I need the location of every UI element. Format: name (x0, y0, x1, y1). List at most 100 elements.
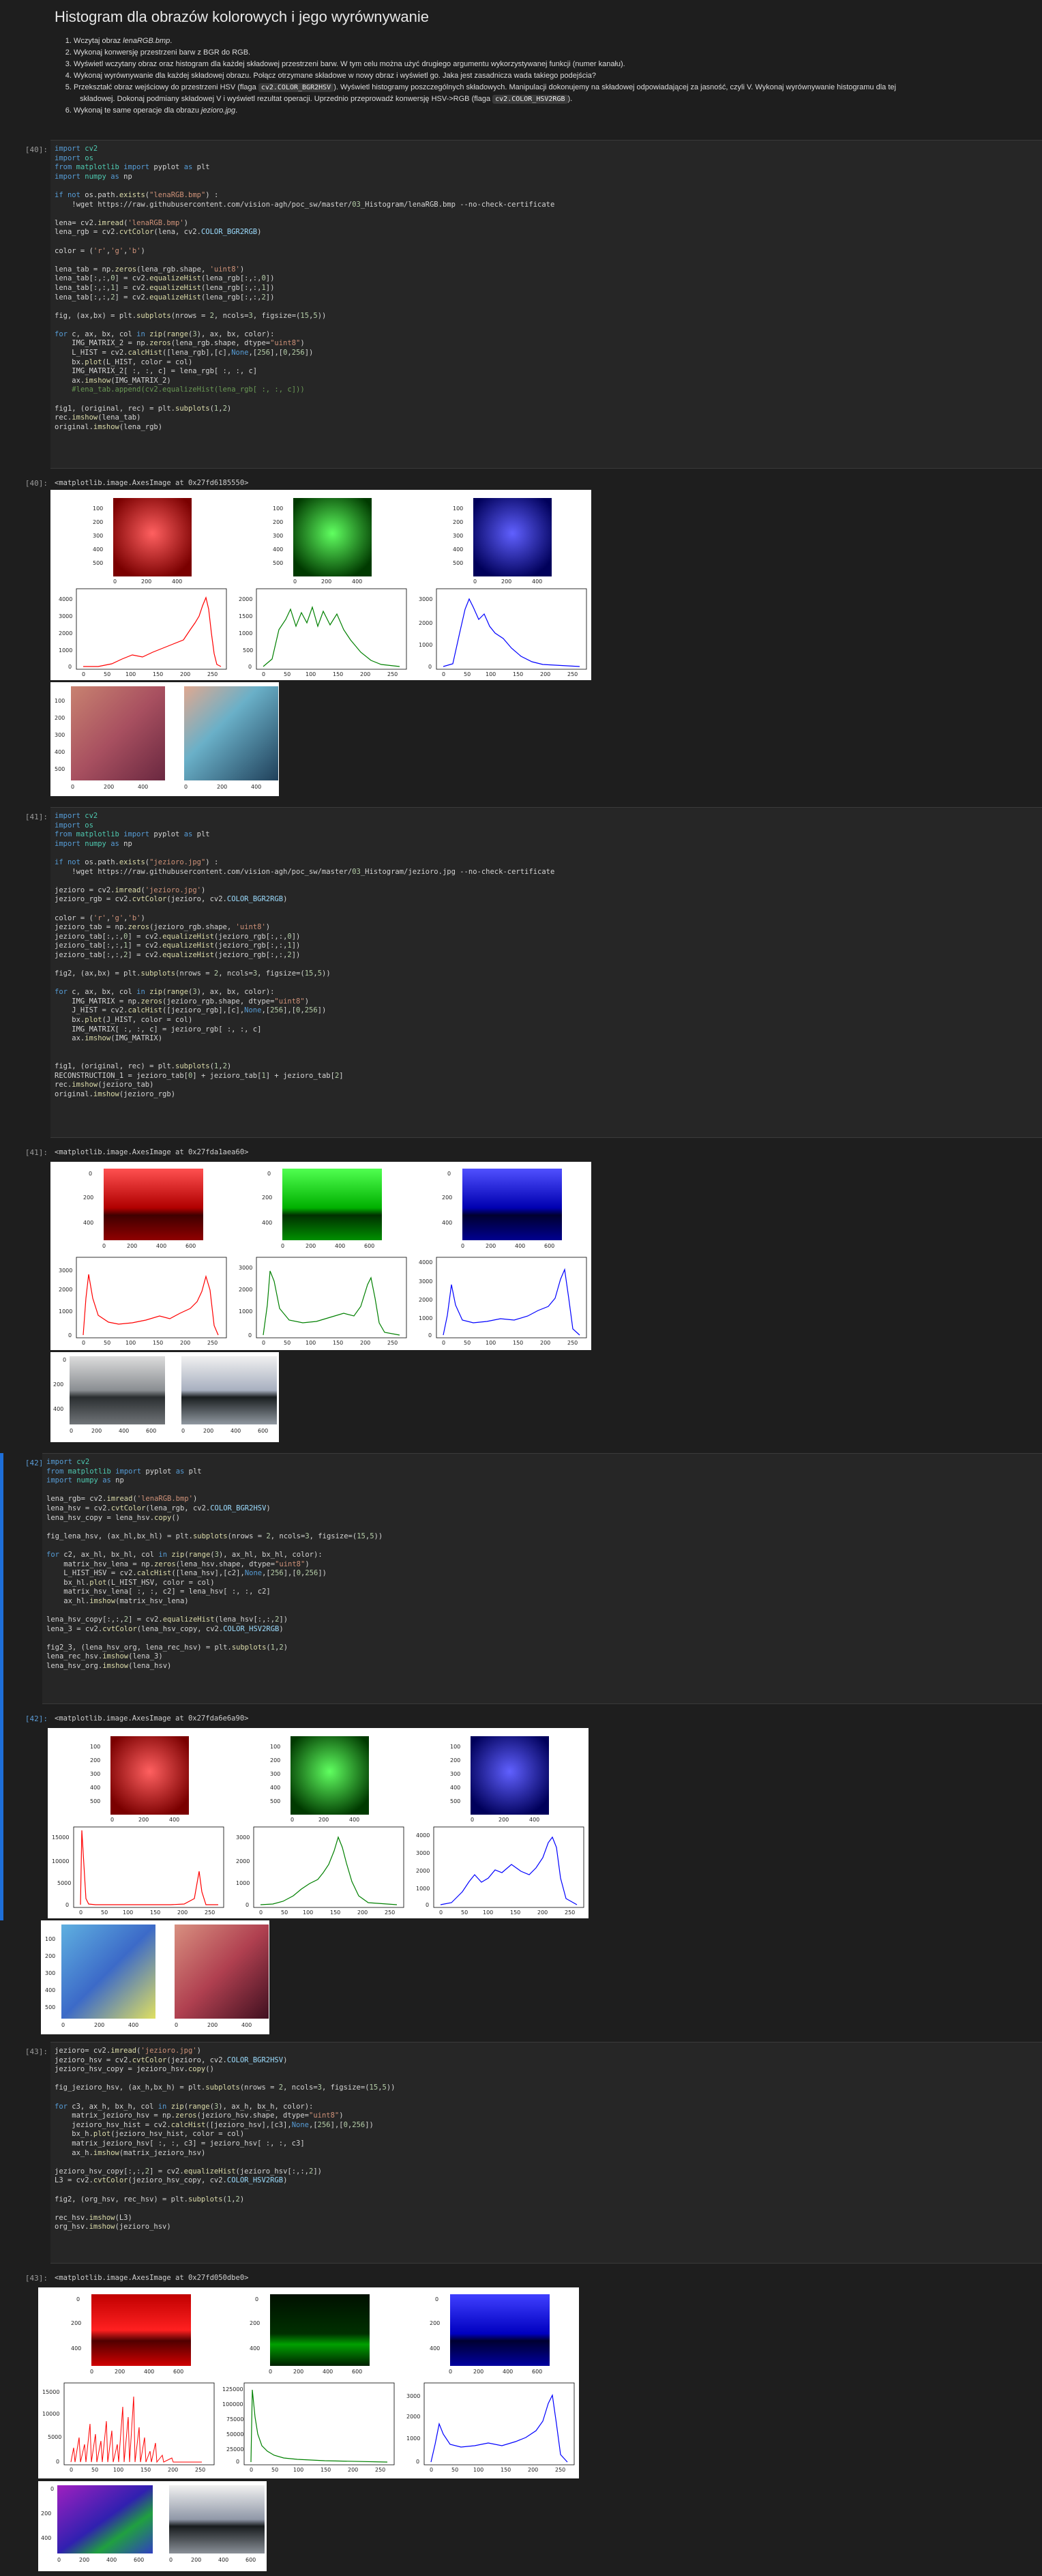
svg-text:2000: 2000 (236, 1858, 250, 1864)
code-editor[interactable]: import cv2 import os from matplotlib imp… (50, 140, 1042, 469)
svg-text:1000: 1000 (239, 1308, 252, 1315)
output-prompt: [40]: (25, 479, 48, 488)
figure-lena-hsv-histograms: 100 200 300 400 500 0 200 400 100 200 300 400 500 … (48, 1728, 589, 1918)
image-jezioro-original (70, 1356, 165, 1424)
svg-text:4000: 4000 (416, 1832, 430, 1839)
svg-text:300: 300 (90, 1771, 100, 1777)
svg-text:150: 150 (513, 671, 523, 677)
svg-text:0: 0 (449, 2369, 452, 2375)
svg-text:0: 0 (175, 2022, 178, 2028)
code-text[interactable]: import cv2 from matplotlib import pyplot… (46, 1458, 1042, 1671)
svg-text:250: 250 (555, 2467, 565, 2473)
svg-text:0: 0 (471, 1817, 474, 1823)
svg-text:10000: 10000 (42, 2411, 59, 2417)
svg-text:50: 50 (464, 1340, 471, 1346)
svg-text:400: 400 (128, 2022, 138, 2028)
svg-text:400: 400 (93, 546, 103, 553)
svg-text:250: 250 (385, 1909, 395, 1916)
svg-text:400: 400 (172, 579, 182, 585)
svg-text:5000: 5000 (48, 2434, 61, 2440)
svg-text:100: 100 (113, 2467, 123, 2473)
svg-text:200: 200 (501, 579, 511, 585)
svg-text:250: 250 (567, 671, 578, 677)
image-jezioro-hsv (57, 2485, 153, 2553)
svg-text:50: 50 (101, 1909, 108, 1916)
svg-text:250: 250 (195, 2467, 205, 2473)
hist-axes-saturation (243, 2382, 395, 2465)
svg-text:4000: 4000 (59, 596, 72, 602)
svg-text:1000: 1000 (236, 1880, 250, 1886)
svg-text:600: 600 (544, 1243, 554, 1249)
svg-text:250: 250 (375, 2467, 385, 2473)
svg-text:100: 100 (125, 1340, 136, 1346)
code-text[interactable]: import cv2 import os from matplotlib imp… (55, 145, 1042, 432)
figure-jezioro-hsv-histograms: 0 200 400 0 200 400 600 0 200 400 0 200 400 600 0 2… (38, 2287, 579, 2478)
svg-text:200: 200 (270, 1757, 280, 1763)
svg-text:0: 0 (236, 2459, 239, 2465)
svg-text:1000: 1000 (59, 1308, 72, 1315)
image-lena-hsv (61, 1924, 155, 2019)
svg-text:500: 500 (270, 1798, 280, 1804)
instruction-item: Wyświetl wczytany obraz oraz histogram d… (74, 59, 1042, 70)
image-lena-green (293, 498, 372, 576)
image-lena-hsv-equalized (175, 1924, 269, 2019)
svg-text:0: 0 (267, 1171, 271, 1177)
svg-text:600: 600 (532, 2369, 542, 2375)
hist-axes-green (256, 1257, 407, 1338)
svg-text:200: 200 (430, 2320, 440, 2326)
svg-text:500: 500 (453, 560, 463, 566)
instruction-item: Przekształć obraz wejściowy do przestrze… (74, 82, 1042, 105)
svg-text:200: 200 (357, 1909, 368, 1916)
svg-text:0: 0 (291, 1817, 294, 1823)
svg-text:125000: 125000 (222, 2386, 243, 2392)
svg-text:250: 250 (205, 1909, 215, 1916)
svg-text:300: 300 (93, 533, 103, 539)
svg-text:75000: 75000 (226, 2416, 243, 2423)
hist-axes-blue (436, 1257, 587, 1338)
svg-text:150: 150 (501, 2467, 511, 2473)
svg-text:10000: 10000 (52, 1858, 69, 1864)
svg-text:400: 400 (442, 1220, 452, 1226)
svg-text:200: 200 (94, 2022, 104, 2028)
image-lena-red (113, 498, 192, 576)
svg-text:600: 600 (245, 2557, 256, 2563)
cell-prompt: [42]: (25, 1459, 48, 1467)
code-editor[interactable]: jezioro= cv2.imread('jezioro.jpg') jezio… (50, 2042, 1042, 2264)
active-cell-indicator (0, 1453, 3, 1920)
svg-text:150: 150 (513, 1340, 523, 1346)
svg-text:600: 600 (258, 1428, 268, 1434)
svg-text:500: 500 (45, 2004, 55, 2010)
svg-text:150: 150 (333, 1340, 343, 1346)
svg-text:200: 200 (217, 784, 227, 790)
code-text[interactable]: import cv2 import os from matplotlib imp… (55, 812, 1042, 1099)
hist-axes-red (76, 588, 227, 670)
svg-text:0: 0 (439, 1909, 443, 1916)
output-prompt: [43]: (25, 2274, 48, 2283)
svg-text:200: 200 (79, 2557, 89, 2563)
svg-text:0: 0 (82, 1340, 85, 1346)
svg-text:0: 0 (430, 2467, 433, 2473)
svg-text:400: 400 (251, 784, 261, 790)
svg-text:200: 200 (180, 671, 190, 677)
code-editor[interactable]: import cv2 import os from matplotlib imp… (50, 807, 1042, 1138)
svg-text:400: 400 (262, 1220, 272, 1226)
svg-text:0: 0 (426, 1902, 429, 1908)
instruction-item: Wykonaj wyrównywanie dla każdej składowe… (74, 70, 1042, 82)
image-jezioro-hsv-equalized (169, 2485, 265, 2553)
svg-text:0: 0 (262, 671, 265, 677)
code-text[interactable]: jezioro= cv2.imread('jezioro.jpg') jezio… (55, 2047, 1042, 2232)
svg-text:3000: 3000 (419, 1278, 432, 1285)
svg-text:500: 500 (243, 647, 253, 654)
svg-text:250: 250 (387, 1340, 398, 1346)
svg-text:0: 0 (262, 1340, 265, 1346)
code-editor[interactable]: import cv2 from matplotlib import pyplot… (42, 1453, 1042, 1704)
svg-text:400: 400 (250, 2345, 260, 2352)
svg-text:150: 150 (333, 671, 343, 677)
svg-text:200: 200 (104, 784, 114, 790)
page-title: Histogram dla obrazów kolorowych i jego … (55, 8, 430, 25)
svg-text:2000: 2000 (419, 620, 432, 626)
svg-text:200: 200 (71, 2320, 81, 2326)
svg-text:0: 0 (428, 664, 432, 670)
svg-text:0: 0 (245, 1902, 249, 1908)
svg-text:200: 200 (486, 1243, 496, 1249)
